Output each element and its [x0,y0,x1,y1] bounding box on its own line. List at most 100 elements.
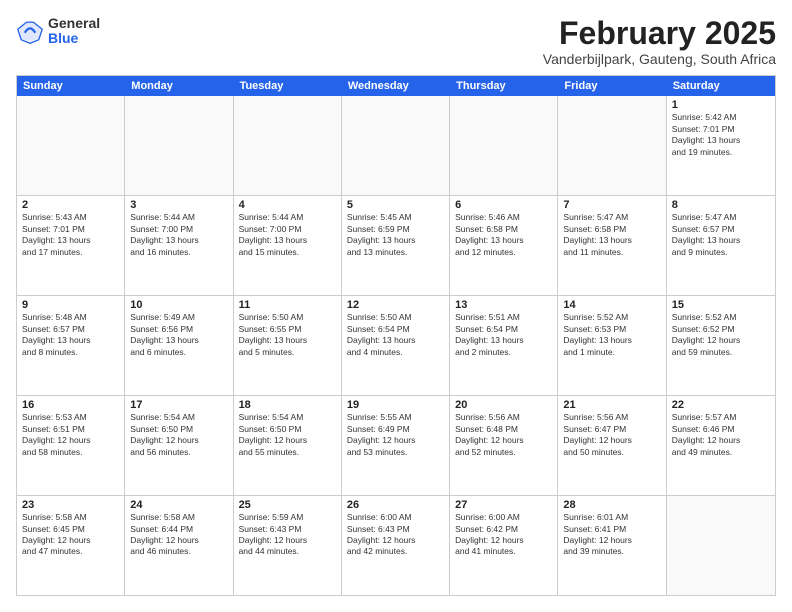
calendar: Sunday Monday Tuesday Wednesday Thursday… [16,75,776,596]
day-info: Sunrise: 5:45 AMSunset: 6:59 PMDaylight:… [347,212,444,258]
day-info: Sunrise: 5:58 AMSunset: 6:44 PMDaylight:… [130,512,227,558]
cal-cell-w2-d2: 11Sunrise: 5:50 AMSunset: 6:55 PMDayligh… [234,296,342,395]
cal-cell-w2-d0: 9Sunrise: 5:48 AMSunset: 6:57 PMDaylight… [17,296,125,395]
day-info: Sunrise: 5:54 AMSunset: 6:50 PMDaylight:… [239,412,336,458]
logo-text: General Blue [48,16,100,47]
cal-cell-w0-d0 [17,96,125,195]
day-info: Sunrise: 5:50 AMSunset: 6:54 PMDaylight:… [347,312,444,358]
cal-cell-w2-d5: 14Sunrise: 5:52 AMSunset: 6:53 PMDayligh… [558,296,666,395]
day-number: 14 [563,299,660,311]
cal-cell-w1-d5: 7Sunrise: 5:47 AMSunset: 6:58 PMDaylight… [558,196,666,295]
day-info: Sunrise: 5:47 AMSunset: 6:57 PMDaylight:… [672,212,770,258]
logo-icon [16,17,44,45]
day-number: 12 [347,299,444,311]
day-info: Sunrise: 5:49 AMSunset: 6:56 PMDaylight:… [130,312,227,358]
day-number: 6 [455,199,552,211]
cal-cell-w4-d2: 25Sunrise: 5:59 AMSunset: 6:43 PMDayligh… [234,496,342,595]
logo: General Blue [16,16,100,47]
day-number: 2 [22,199,119,211]
cal-week-0: 1Sunrise: 5:42 AMSunset: 7:01 PMDaylight… [17,96,775,196]
day-info: Sunrise: 6:00 AMSunset: 6:42 PMDaylight:… [455,512,552,558]
day-info: Sunrise: 5:44 AMSunset: 7:00 PMDaylight:… [239,212,336,258]
page: General Blue February 2025 Vanderbijlpar… [0,0,792,612]
cal-cell-w3-d0: 16Sunrise: 5:53 AMSunset: 6:51 PMDayligh… [17,396,125,495]
cal-cell-w4-d0: 23Sunrise: 5:58 AMSunset: 6:45 PMDayligh… [17,496,125,595]
day-number: 19 [347,399,444,411]
day-info: Sunrise: 5:42 AMSunset: 7:01 PMDaylight:… [672,112,770,158]
logo-blue: Blue [48,31,100,46]
header-tuesday: Tuesday [234,76,342,96]
day-info: Sunrise: 6:01 AMSunset: 6:41 PMDaylight:… [563,512,660,558]
day-number: 8 [672,199,770,211]
cal-cell-w2-d6: 15Sunrise: 5:52 AMSunset: 6:52 PMDayligh… [667,296,775,395]
header-thursday: Thursday [450,76,558,96]
cal-cell-w1-d4: 6Sunrise: 5:46 AMSunset: 6:58 PMDaylight… [450,196,558,295]
day-number: 18 [239,399,336,411]
day-info: Sunrise: 5:58 AMSunset: 6:45 PMDaylight:… [22,512,119,558]
day-number: 24 [130,499,227,511]
day-number: 7 [563,199,660,211]
cal-week-1: 2Sunrise: 5:43 AMSunset: 7:01 PMDaylight… [17,196,775,296]
title-block: February 2025 Vanderbijlpark, Gauteng, S… [543,16,776,67]
day-number: 11 [239,299,336,311]
day-info: Sunrise: 5:47 AMSunset: 6:58 PMDaylight:… [563,212,660,258]
day-info: Sunrise: 5:46 AMSunset: 6:58 PMDaylight:… [455,212,552,258]
cal-week-3: 16Sunrise: 5:53 AMSunset: 6:51 PMDayligh… [17,396,775,496]
header-saturday: Saturday [667,76,775,96]
day-info: Sunrise: 5:55 AMSunset: 6:49 PMDaylight:… [347,412,444,458]
day-number: 1 [672,99,770,111]
cal-cell-w2-d1: 10Sunrise: 5:49 AMSunset: 6:56 PMDayligh… [125,296,233,395]
cal-cell-w0-d5 [558,96,666,195]
day-number: 16 [22,399,119,411]
cal-cell-w1-d6: 8Sunrise: 5:47 AMSunset: 6:57 PMDaylight… [667,196,775,295]
day-number: 28 [563,499,660,511]
day-number: 26 [347,499,444,511]
day-number: 20 [455,399,552,411]
cal-cell-w4-d6 [667,496,775,595]
cal-cell-w0-d4 [450,96,558,195]
cal-cell-w4-d4: 27Sunrise: 6:00 AMSunset: 6:42 PMDayligh… [450,496,558,595]
day-number: 15 [672,299,770,311]
day-number: 23 [22,499,119,511]
cal-week-4: 23Sunrise: 5:58 AMSunset: 6:45 PMDayligh… [17,496,775,595]
day-number: 13 [455,299,552,311]
day-info: Sunrise: 5:57 AMSunset: 6:46 PMDaylight:… [672,412,770,458]
cal-cell-w3-d2: 18Sunrise: 5:54 AMSunset: 6:50 PMDayligh… [234,396,342,495]
day-number: 4 [239,199,336,211]
day-info: Sunrise: 5:56 AMSunset: 6:47 PMDaylight:… [563,412,660,458]
day-info: Sunrise: 5:52 AMSunset: 6:53 PMDaylight:… [563,312,660,358]
cal-cell-w4-d3: 26Sunrise: 6:00 AMSunset: 6:43 PMDayligh… [342,496,450,595]
day-info: Sunrise: 5:54 AMSunset: 6:50 PMDaylight:… [130,412,227,458]
calendar-header: Sunday Monday Tuesday Wednesday Thursday… [17,76,775,96]
cal-week-2: 9Sunrise: 5:48 AMSunset: 6:57 PMDaylight… [17,296,775,396]
cal-cell-w0-d6: 1Sunrise: 5:42 AMSunset: 7:01 PMDaylight… [667,96,775,195]
cal-cell-w3-d4: 20Sunrise: 5:56 AMSunset: 6:48 PMDayligh… [450,396,558,495]
calendar-body: 1Sunrise: 5:42 AMSunset: 7:01 PMDaylight… [17,96,775,595]
header-wednesday: Wednesday [342,76,450,96]
day-number: 10 [130,299,227,311]
day-number: 3 [130,199,227,211]
cal-cell-w4-d5: 28Sunrise: 6:01 AMSunset: 6:41 PMDayligh… [558,496,666,595]
header-sunday: Sunday [17,76,125,96]
logo-general: General [48,16,100,31]
header-monday: Monday [125,76,233,96]
day-info: Sunrise: 5:44 AMSunset: 7:00 PMDaylight:… [130,212,227,258]
cal-cell-w1-d2: 4Sunrise: 5:44 AMSunset: 7:00 PMDaylight… [234,196,342,295]
day-number: 22 [672,399,770,411]
header-friday: Friday [558,76,666,96]
cal-cell-w1-d1: 3Sunrise: 5:44 AMSunset: 7:00 PMDaylight… [125,196,233,295]
cal-cell-w3-d5: 21Sunrise: 5:56 AMSunset: 6:47 PMDayligh… [558,396,666,495]
cal-cell-w2-d4: 13Sunrise: 5:51 AMSunset: 6:54 PMDayligh… [450,296,558,395]
day-number: 17 [130,399,227,411]
cal-cell-w1-d3: 5Sunrise: 5:45 AMSunset: 6:59 PMDaylight… [342,196,450,295]
cal-cell-w3-d1: 17Sunrise: 5:54 AMSunset: 6:50 PMDayligh… [125,396,233,495]
cal-cell-w4-d1: 24Sunrise: 5:58 AMSunset: 6:44 PMDayligh… [125,496,233,595]
day-info: Sunrise: 5:56 AMSunset: 6:48 PMDaylight:… [455,412,552,458]
day-info: Sunrise: 5:53 AMSunset: 6:51 PMDaylight:… [22,412,119,458]
cal-cell-w0-d2 [234,96,342,195]
day-number: 9 [22,299,119,311]
header: General Blue February 2025 Vanderbijlpar… [16,16,776,67]
day-number: 5 [347,199,444,211]
day-info: Sunrise: 5:48 AMSunset: 6:57 PMDaylight:… [22,312,119,358]
calendar-subtitle: Vanderbijlpark, Gauteng, South Africa [543,51,776,67]
